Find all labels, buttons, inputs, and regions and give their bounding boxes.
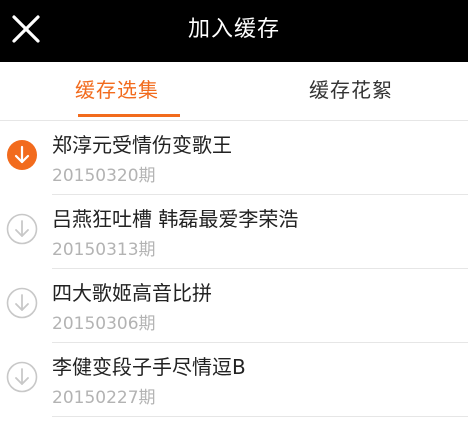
divider — [52, 416, 468, 417]
list-item[interactable]: 四大歌姬高音比拼 20150306期 — [0, 269, 468, 343]
episode-date: 20150313期 — [52, 240, 156, 260]
active-tab-indicator — [78, 114, 180, 117]
episode-title: 吕燕狂吐槽 韩磊最爱李荣浩 — [52, 207, 299, 231]
list-item[interactable]: 李健变段子手尽情逗B 20150227期 — [0, 343, 468, 417]
episode-title: 李健变段子手尽情逗B — [52, 355, 246, 379]
episode-title: 四大歌姬高音比拼 — [52, 281, 212, 305]
page-title: 加入缓存 — [187, 17, 280, 42]
download-active-icon[interactable] — [6, 139, 38, 171]
download-icon[interactable] — [6, 361, 38, 393]
episode-date: 20150306期 — [52, 314, 156, 334]
tab-episodes[interactable]: 缓存选集 — [0, 62, 234, 120]
episode-title: 郑淳元受情伤变歌王 — [52, 133, 232, 157]
top-bar: 加入缓存 — [0, 0, 468, 62]
episode-list: 郑淳元受情伤变歌王 20150320期 吕燕狂吐槽 韩磊最爱李荣浩 201503… — [0, 121, 468, 417]
episode-date: 20150320期 — [52, 166, 156, 186]
list-item[interactable]: 吕燕狂吐槽 韩磊最爱李荣浩 20150313期 — [0, 195, 468, 269]
download-icon[interactable] — [6, 213, 38, 245]
episode-date: 20150227期 — [52, 388, 156, 408]
list-item[interactable]: 郑淳元受情伤变歌王 20150320期 — [0, 121, 468, 195]
download-icon[interactable] — [6, 287, 38, 319]
tab-bar: 缓存选集 缓存花絮 — [0, 62, 468, 121]
tab-extras[interactable]: 缓存花絮 — [234, 62, 468, 120]
